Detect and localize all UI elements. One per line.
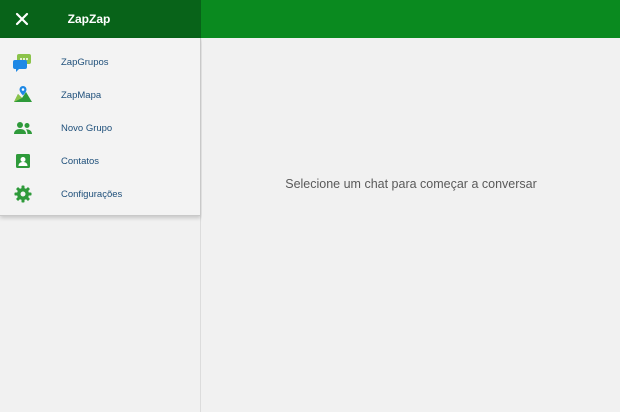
gear-icon xyxy=(13,184,33,204)
map-icon xyxy=(13,85,33,105)
menu-item-label: ZapMapa xyxy=(61,90,102,101)
close-button[interactable] xyxy=(12,9,32,29)
menu-item-label: ZapGrupos xyxy=(61,57,109,68)
menu-item-label: Configurações xyxy=(61,189,123,200)
menu-item-zapgrupos[interactable]: ZapGrupos xyxy=(0,46,200,79)
main-content: Selecione um chat para começar a convers… xyxy=(202,38,620,412)
app-title: ZapZap xyxy=(67,12,111,26)
group-icon xyxy=(13,118,33,138)
chat-bubbles-icon xyxy=(13,52,33,72)
close-icon xyxy=(15,12,29,26)
contact-card-icon xyxy=(13,151,33,171)
empty-state-message: Selecione um chat para começar a convers… xyxy=(285,177,537,191)
menu-item-novo-grupo[interactable]: Novo Grupo xyxy=(0,112,200,145)
menu-item-zapmapa[interactable]: ZapMapa xyxy=(0,79,200,112)
menu-item-label: Novo Grupo xyxy=(61,123,113,134)
menu-item-label: Contatos xyxy=(61,156,100,167)
menu-item-configuracoes[interactable]: Configurações xyxy=(0,178,200,211)
menu-item-contatos[interactable]: Contatos xyxy=(0,145,200,178)
drawer-menu: ZapGrupos ZapMapa Novo Grupo Contatos Co… xyxy=(0,38,201,216)
drawer-header: ZapZap xyxy=(0,0,201,38)
